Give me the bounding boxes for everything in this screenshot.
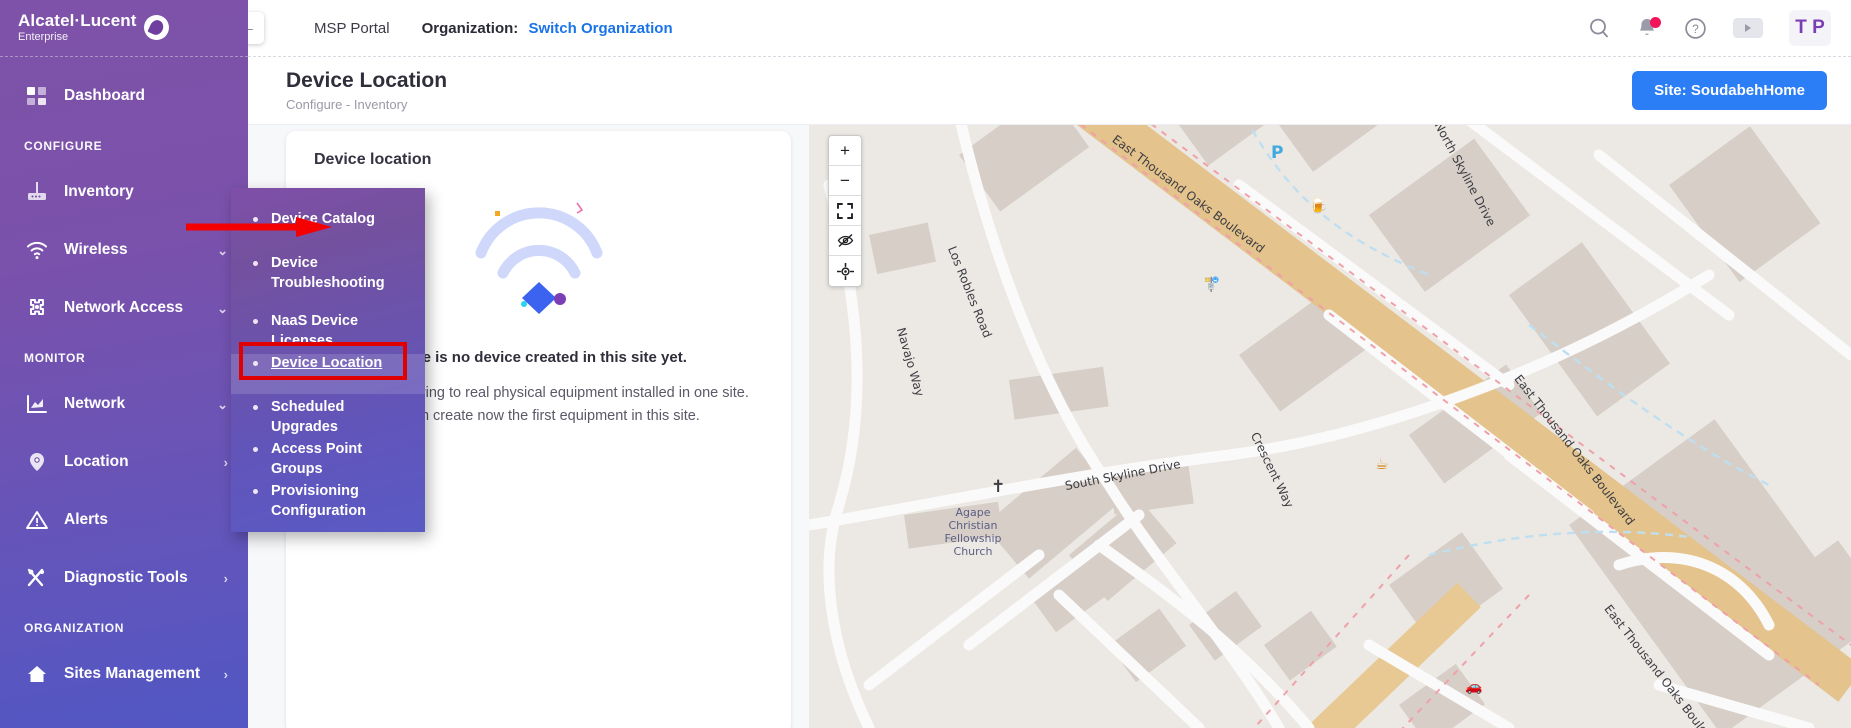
- bullet-icon: [253, 261, 258, 266]
- submenu-item-label: Scheduled Upgrades: [271, 399, 345, 435]
- msp-portal-label[interactable]: MSP Portal: [314, 20, 390, 37]
- wifi-empty-state-icon: [429, 191, 649, 331]
- sidebar-item-location[interactable]: Location ›: [0, 433, 248, 491]
- bullet-icon: [253, 361, 258, 366]
- chevron-right-icon[interactable]: ›: [224, 456, 228, 469]
- sidebar-section-organization: ORGANIZATION: [24, 621, 125, 635]
- notifications-bell-icon[interactable]: [1636, 17, 1661, 39]
- breadcrumb: Configure - Inventory: [286, 97, 408, 113]
- sidebar-item-diagnostic-tools[interactable]: Diagnostic Tools ›: [0, 549, 248, 607]
- sidebar-item-label: Network: [64, 395, 126, 412]
- chevron-down-icon[interactable]: ⌄: [217, 302, 228, 315]
- bullet-icon: [253, 489, 258, 494]
- submenu-item-naas-device-licenses[interactable]: NaaS Device Licenses: [231, 312, 425, 354]
- card-title: Device location: [314, 151, 432, 168]
- sidebar-item-label: Wireless: [64, 241, 128, 258]
- submenu-item-label: Access Point Groups: [271, 441, 363, 477]
- sidebar-item-label: Diagnostic Tools: [64, 569, 188, 586]
- map-panel[interactable]: Navajo Way Los Robles Road South Skyline…: [809, 125, 1851, 728]
- chevron-right-icon[interactable]: ›: [224, 668, 228, 681]
- site-selector-button[interactable]: Site: SoudabehHome: [1632, 71, 1827, 110]
- home-icon: [24, 661, 50, 687]
- submenu-item-label: Device Location: [271, 355, 383, 371]
- locate-me-button[interactable]: [829, 256, 861, 286]
- tools-icon: [24, 565, 50, 591]
- router-icon: [24, 179, 50, 205]
- chevron-right-icon[interactable]: ›: [224, 572, 228, 585]
- inventory-submenu-flyout: Device Catalog Device Troubleshooting Na…: [231, 188, 425, 532]
- sidebar-item-label: Dashboard: [64, 87, 145, 104]
- fullscreen-button[interactable]: [829, 196, 861, 226]
- page-header: Device Location Configure - Inventory Si…: [248, 57, 1851, 125]
- sidebar-section-configure: CONFIGURE: [24, 139, 103, 153]
- app-root: Alcatel·Lucent Enterprise Dashboard CONF…: [0, 0, 1851, 728]
- map-controls: + −: [828, 135, 862, 287]
- submenu-item-label: Device Troubleshooting: [271, 255, 385, 291]
- submenu-item-provisioning-configuration[interactable]: Provisioning Configuration: [231, 482, 425, 534]
- avatar[interactable]: T P: [1789, 10, 1831, 46]
- sidebar-item-alerts[interactable]: Alerts: [0, 491, 248, 549]
- network-access-icon: [24, 295, 50, 321]
- sidebar-item-label: Sites Management: [64, 665, 201, 682]
- search-icon[interactable]: [1588, 17, 1610, 39]
- inventory-pointer-arrow-annotation: [186, 216, 332, 238]
- organization-text: Organization:: [421, 19, 519, 37]
- bullet-icon: [253, 319, 258, 324]
- dashboard-icon: [24, 83, 50, 109]
- submenu-item-scheduled-upgrades[interactable]: Scheduled Upgrades: [231, 398, 425, 440]
- sidebar-item-label: Inventory: [64, 183, 134, 200]
- brand-title: Alcatel·Lucent: [18, 11, 137, 31]
- alcatel-lucent-logo-icon: [143, 15, 169, 41]
- sidebar-item-dashboard[interactable]: Dashboard: [0, 67, 248, 125]
- help-circle-icon[interactable]: ?: [1684, 17, 1707, 40]
- submenu-item-device-location[interactable]: Device Location: [231, 354, 425, 394]
- sidebar-item-network-access[interactable]: Network Access ⌄: [0, 279, 248, 337]
- switch-organization-link[interactable]: Switch Organization: [528, 20, 672, 37]
- chart-icon: [24, 391, 50, 417]
- brand-subtitle: Enterprise: [18, 31, 69, 44]
- hide-layer-button[interactable]: [829, 226, 861, 256]
- sidebar: Alcatel·Lucent Enterprise Dashboard CONF…: [0, 0, 248, 728]
- sidebar-item-network[interactable]: Network ⌄: [0, 375, 248, 433]
- brand-logo-block: Alcatel·Lucent Enterprise: [0, 0, 248, 57]
- bullet-icon: [253, 405, 258, 410]
- alert-triangle-icon: [24, 507, 50, 533]
- submenu-item-label: NaaS Device Licenses: [271, 313, 359, 349]
- sidebar-nav: Dashboard CONFIGURE Inventory Wireless ⌄…: [0, 57, 248, 703]
- zoom-out-button[interactable]: −: [829, 166, 861, 196]
- zoom-in-button[interactable]: +: [829, 136, 861, 166]
- notification-badge: [1650, 17, 1661, 28]
- top-bar: ← MSP Portal Organization: Switch Organi…: [232, 0, 1851, 57]
- submenu-item-label: Provisioning Configuration: [271, 483, 367, 519]
- bullet-icon: [253, 447, 258, 452]
- map-canvas: [809, 125, 1851, 728]
- top-bar-actions: ? T P: [1588, 10, 1851, 46]
- page-title: Device Location: [286, 68, 448, 92]
- organization-label: Organization: Switch Organization: [422, 20, 673, 37]
- chevron-down-icon[interactable]: ⌄: [217, 398, 228, 411]
- play-video-icon[interactable]: [1733, 18, 1763, 38]
- sidebar-item-label: Location: [64, 453, 129, 470]
- sidebar-item-label: Network Access: [64, 299, 184, 316]
- submenu-item-device-troubleshooting[interactable]: Device Troubleshooting: [231, 254, 425, 312]
- chevron-down-icon[interactable]: ⌄: [217, 244, 228, 257]
- sidebar-item-inventory[interactable]: Inventory: [0, 163, 248, 221]
- submenu-item-access-point-groups[interactable]: Access Point Groups: [231, 440, 425, 482]
- map-pin-icon: [24, 449, 50, 475]
- wifi-icon: [24, 237, 50, 263]
- sidebar-item-sites-management[interactable]: Sites Management ›: [0, 645, 248, 703]
- svg-text:?: ?: [1692, 22, 1699, 36]
- sidebar-section-monitor: MONITOR: [24, 351, 86, 365]
- sidebar-item-label: Alerts: [64, 511, 108, 528]
